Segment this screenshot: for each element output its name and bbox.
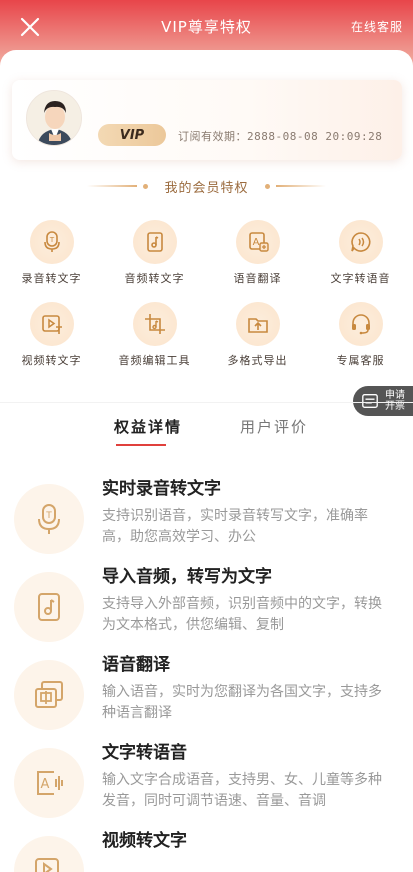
- privilege-item-record-to-text[interactable]: T 录音转文字: [0, 220, 103, 288]
- benefit-item: 视频转文字: [0, 826, 413, 872]
- privilege-item-video-to-text[interactable]: 视频转文字: [0, 302, 103, 370]
- invoice-label-line1: 申请: [385, 390, 405, 401]
- translate-icon: A: [248, 232, 269, 252]
- headset-icon: [351, 314, 370, 335]
- expiry-label: 订阅有效期：: [178, 130, 247, 143]
- divider-dot-left: [143, 183, 149, 189]
- video-text-icon: [41, 315, 62, 334]
- privilege-label: 音频编辑工具: [118, 354, 191, 367]
- section-header: 我的会员特权: [0, 176, 413, 196]
- text-to-speech-icon: A: [37, 771, 63, 795]
- music-file-icon: [146, 232, 163, 252]
- privilege-label: 视频转文字: [21, 354, 82, 367]
- privilege-item-audio-to-text[interactable]: 音频转文字: [103, 220, 206, 288]
- export-icon: [247, 318, 268, 333]
- expiry-text: 订阅有效期：2888-08-08 20:09:28: [178, 128, 382, 144]
- video-text-icon: [35, 858, 59, 872]
- invoice-icon: [362, 394, 378, 408]
- close-icon: [20, 17, 40, 37]
- translate-icon: [35, 681, 63, 708]
- privilege-item-exclusive-service[interactable]: 专属客服: [309, 302, 412, 370]
- privilege-label: 文字转语音: [330, 272, 391, 285]
- benefit-title: 视频转文字: [102, 831, 187, 851]
- benefit-description: 输入文字合成语音，支持男、女、儿童等多种发音，同时可调节语速、音量、音调: [102, 772, 382, 809]
- benefit-title: 文字转语音: [102, 743, 187, 763]
- privilege-grid: T 录音转文字 音频转文字 A 语音翻译 文字转语音 视频转文字 音频编辑工具 …: [0, 220, 413, 370]
- privilege-label: 录音转文字: [21, 272, 82, 285]
- privilege-item-audio-edit[interactable]: 音频编辑工具: [103, 302, 206, 370]
- privilege-item-voice-translate[interactable]: A 语音翻译: [206, 220, 309, 288]
- expiry-date: 2888-08-08 20:09:28: [247, 130, 383, 143]
- mic-icon: T: [43, 231, 60, 252]
- svg-text:T: T: [45, 511, 52, 521]
- vip-badge: VIP: [98, 124, 166, 146]
- divider-line-left: [87, 185, 138, 187]
- tab-benefit-details[interactable]: 权益详情: [114, 416, 182, 437]
- divider-line-right: [275, 185, 326, 187]
- avatar[interactable]: [26, 90, 82, 146]
- benefit-description: 支持识别语音，实时录音转写文字，准确率高，助您高效学习、办公: [102, 508, 368, 545]
- section-title: 我的会员特权: [164, 180, 249, 196]
- privilege-item-multi-export[interactable]: 多格式导出: [206, 302, 309, 370]
- page-title: VIP尊享特权: [161, 17, 252, 36]
- benefit-description: 输入语音，实时为您翻译为各国文字，支持多种语言翻译: [102, 684, 382, 721]
- invoice-button[interactable]: 申请 开票: [353, 386, 413, 416]
- benefit-item: 语音翻译 输入语音，实时为您翻译为各国文字，支持多种语言翻译: [0, 650, 413, 730]
- svg-text:A: A: [41, 777, 50, 792]
- speech-bubble-icon: [350, 232, 370, 252]
- active-tab-indicator: [116, 444, 166, 446]
- privilege-label: 语音翻译: [233, 272, 282, 285]
- close-button[interactable]: [18, 15, 42, 39]
- benefit-title: 导入音频，转写为文字: [102, 567, 272, 587]
- section-divider: [0, 402, 413, 403]
- privilege-label: 多格式导出: [227, 354, 288, 367]
- online-service-link[interactable]: 在线客服: [351, 18, 403, 35]
- music-file-icon: [38, 593, 60, 621]
- mic-icon: T: [38, 504, 60, 534]
- benefit-item: A 文字转语音 输入文字合成语音，支持男、女、儿童等多种发音，同时可调节语速、音…: [0, 738, 413, 818]
- benefit-description: 支持导入外部音频，识别音频中的文字，转换为文本格式，供您编辑、复制: [102, 596, 382, 633]
- top-bar: VIP尊享特权 在线客服: [0, 0, 413, 52]
- svg-text:A: A: [252, 237, 259, 248]
- benefit-title: 语音翻译: [102, 655, 170, 675]
- privilege-label: 音频转文字: [124, 272, 185, 285]
- user-card: VIP 订阅有效期：2888-08-08 20:09:28: [12, 80, 402, 160]
- privilege-item-text-to-speech[interactable]: 文字转语音: [309, 220, 412, 288]
- user-avatar-icon: [27, 91, 81, 145]
- divider-dot-right: [264, 183, 270, 189]
- benefit-item: 导入音频，转写为文字 支持导入外部音频，识别音频中的文字，转换为文本格式，供您编…: [0, 562, 413, 642]
- audio-edit-icon: [144, 314, 165, 334]
- tab-bar: 权益详情 用户评价: [0, 416, 413, 448]
- benefit-title: 实时录音转文字: [102, 479, 221, 499]
- tab-user-reviews[interactable]: 用户评价: [240, 416, 308, 437]
- benefit-item: T 实时录音转文字 支持识别语音，实时录音转写文字，准确率高，助您高效学习、办公: [0, 474, 413, 554]
- svg-text:T: T: [48, 236, 54, 244]
- privilege-label: 专属客服: [336, 354, 385, 367]
